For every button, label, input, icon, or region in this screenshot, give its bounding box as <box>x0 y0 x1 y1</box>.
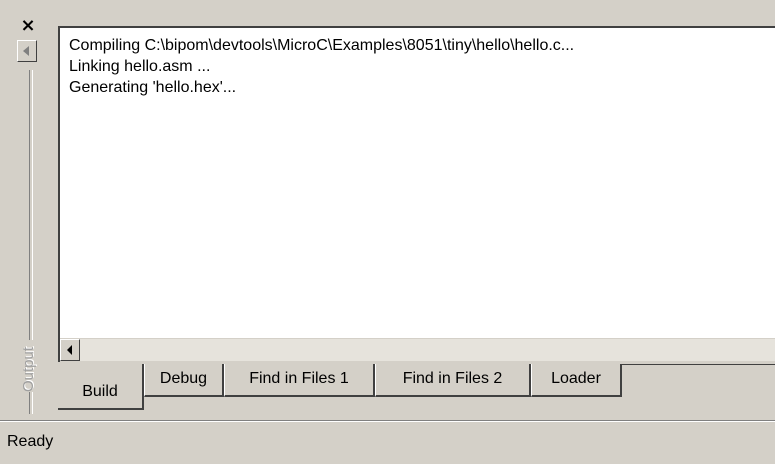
output-lines: Compiling C:\bipom\devtools\MicroC\Examp… <box>69 35 574 98</box>
close-icon[interactable]: × <box>17 17 39 37</box>
tab-loader[interactable]: Loader <box>531 364 622 397</box>
status-text: Ready <box>7 433 54 450</box>
output-line: Linking hello.asm ... <box>69 58 211 75</box>
output-tabs: Build Debug Find in Files 1 Find in File… <box>58 364 775 414</box>
tab-find-in-files-1[interactable]: Find in Files 1 <box>224 364 375 397</box>
output-text-area[interactable]: Compiling C:\bipom\devtools\MicroC\Examp… <box>58 26 775 362</box>
scroll-left-icon[interactable] <box>60 339 80 361</box>
dock-title: Output <box>20 346 37 392</box>
scrollbar-track[interactable] <box>80 339 775 361</box>
tab-build[interactable]: Build <box>58 364 144 410</box>
output-line: Compiling C:\bipom\devtools\MicroC\Examp… <box>69 37 575 54</box>
dock-scroll-button[interactable] <box>17 40 37 62</box>
dock-grip-lower[interactable] <box>29 392 33 414</box>
horizontal-scrollbar[interactable] <box>60 338 775 362</box>
dock-grip[interactable] <box>29 70 33 340</box>
tab-find-in-files-2[interactable]: Find in Files 2 <box>375 364 531 397</box>
output-line: Generating 'hello.hex'... <box>69 79 237 96</box>
status-bar: Ready <box>0 420 775 464</box>
output-window: × Output Compiling C:\bipom\devtools\Mic… <box>0 0 775 464</box>
tab-debug[interactable]: Debug <box>144 364 224 397</box>
